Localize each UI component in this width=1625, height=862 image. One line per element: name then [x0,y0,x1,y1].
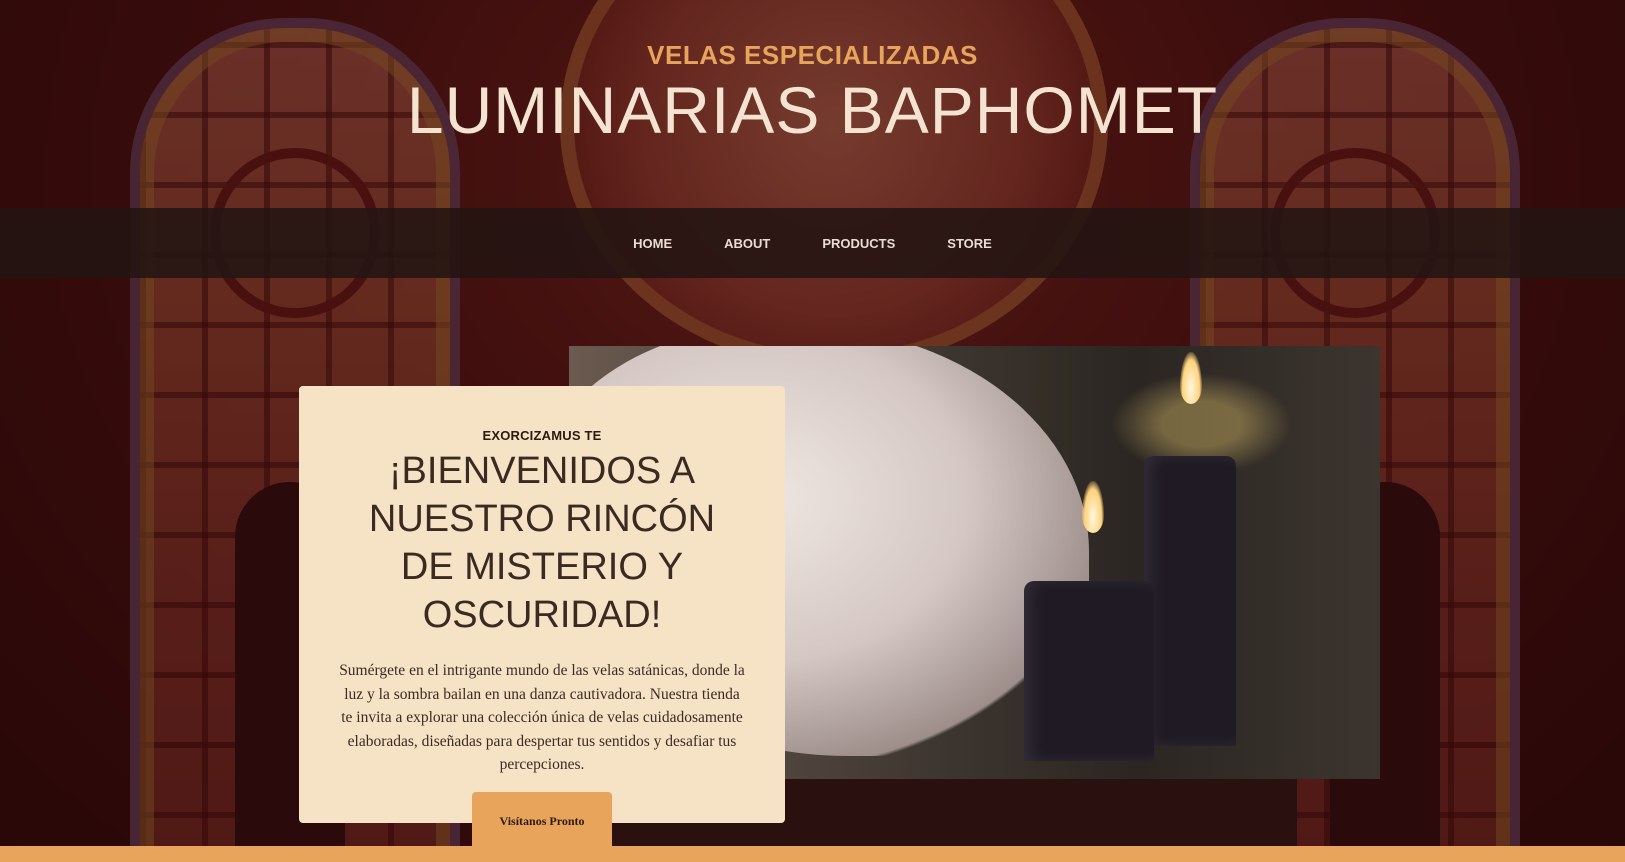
site-title[interactable]: LUMINARIAS BAPHOMET [0,75,1625,145]
intro-body: Sumérgete en el intrigante mundo de las … [339,662,745,773]
footer-accent-bar [0,846,1625,862]
visit-soon-button[interactable]: Visítanos Pronto [472,792,612,850]
flame-icon [1082,481,1104,533]
nav-products[interactable]: PRODUCTS [822,236,895,251]
main-nav: HOME ABOUT PRODUCTS STORE [0,208,1625,278]
nav-store[interactable]: STORE [947,236,992,251]
site-header: VELAS ESPECIALIZADAS LUMINARIAS BAPHOMET [0,40,1625,145]
candle-tall [1144,456,1236,746]
site-tagline: VELAS ESPECIALIZADAS [647,40,978,70]
nav-about[interactable]: ABOUT [724,236,770,251]
intro-heading: ¡BIENVENIDOS A NUESTRO RINCÓN DE MISTERI… [368,450,716,636]
nav-home[interactable]: HOME [633,236,672,251]
intro-eyebrow: EXORCIZAMUS TE [482,428,602,443]
candle-short [1024,581,1154,761]
intro-card: EXORCIZAMUS TE ¡BIENVENIDOS A NUESTRO RI… [299,386,785,823]
flame-icon [1180,352,1202,404]
